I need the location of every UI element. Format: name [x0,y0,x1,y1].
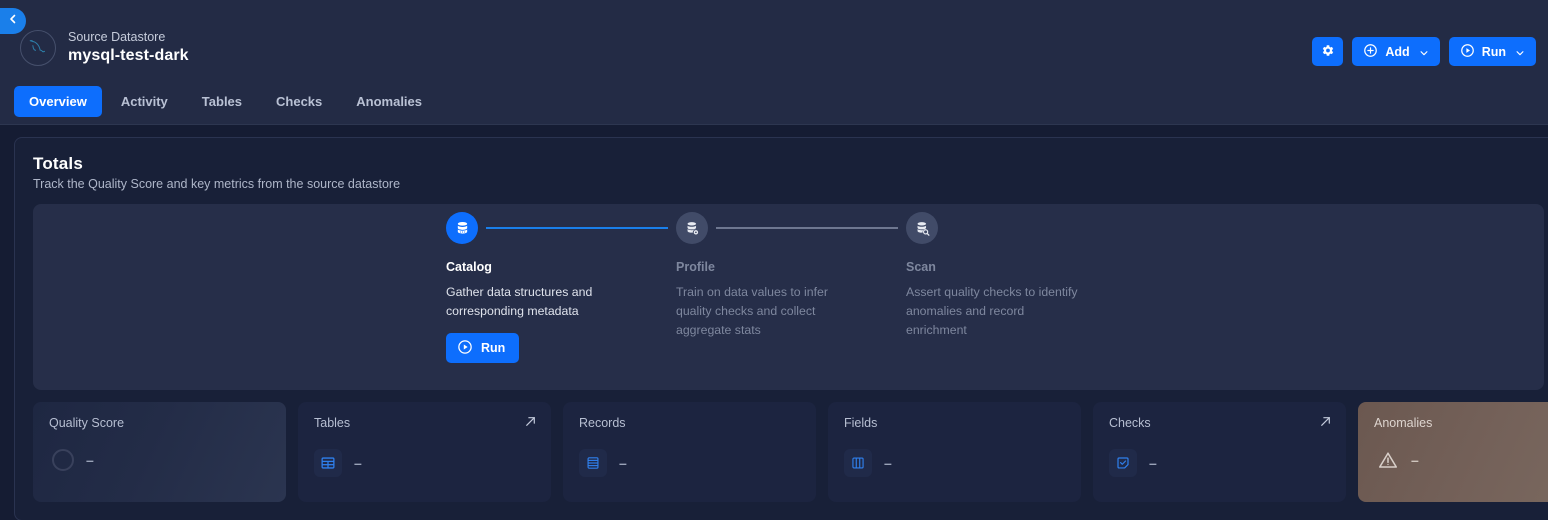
main-content: Totals Track the Quality Score and key m… [0,125,1548,520]
tab-activity[interactable]: Activity [106,86,183,117]
totals-card: Totals Track the Quality Score and key m… [14,137,1548,520]
columns-icon [844,449,872,477]
metric-title: Anomalies [1374,416,1433,430]
mysql-dolphin-icon [27,35,49,62]
metric-value: – [354,455,362,471]
metric-value: – [884,455,892,471]
play-circle-icon [1460,43,1475,61]
play-circle-icon [457,339,473,358]
step-catalog-run-button[interactable]: Run [446,333,520,364]
database-search-icon [906,212,938,244]
open-arrow-icon[interactable] [524,415,537,428]
chevron-left-icon [7,12,19,30]
totals-title: Totals [33,154,84,173]
step-profile-description: Train on data values to infer quality ch… [676,285,828,338]
step-scan-name: Scan [906,260,936,274]
settings-button[interactable] [1312,37,1344,66]
step-connector [486,227,668,229]
metric-value: – [86,452,94,468]
tab-overview[interactable]: Overview [14,86,102,117]
warning-triangle-icon [1377,449,1399,471]
metric-title: Tables [314,416,351,430]
step-connector [716,227,898,229]
step-catalog-description: Gather data structures and corresponding… [446,285,593,319]
datastore-identity: Source Datastore mysql-test-dark [20,30,189,66]
run-button-label: Run [1481,44,1506,59]
metric-card-anomalies[interactable]: Anomalies – [1358,402,1548,502]
metric-title: Quality Score [49,416,125,430]
open-arrow-icon[interactable] [1319,415,1332,428]
stepper: Catalog Gather data structures and corre… [446,212,1106,364]
tab-checks[interactable]: Checks [261,86,337,117]
step-profile-name: Profile [676,260,715,274]
step-profile[interactable]: Profile Train on data values to infer qu… [676,212,906,363]
metric-cards: Quality Score – Tables – Records – Field… [33,402,1548,502]
totals-subtitle: Track the Quality Score and key metrics … [33,177,401,191]
metric-value: – [1149,455,1157,471]
donut-ring-icon [52,449,74,471]
database-gear-icon [676,212,708,244]
tab-tables[interactable]: Tables [187,86,257,117]
totals-header: Totals Track the Quality Score and key m… [33,154,1544,191]
metric-title: Records [579,416,626,430]
header-actions: Add Run [1312,37,1536,66]
step-scan[interactable]: Scan Assert quality checks to identify a… [906,212,1106,363]
step-catalog-name: Catalog [446,260,492,274]
metric-card-checks[interactable]: Checks – [1093,402,1346,502]
tab-bar: Overview Activity Tables Checks Anomalie… [14,86,437,117]
metric-card-tables[interactable]: Tables – [298,402,551,502]
avatar [20,30,56,66]
plus-circle-icon [1363,43,1378,61]
database-icon [446,212,478,244]
records-rows-icon [579,449,607,477]
metric-card-fields[interactable]: Fields – [828,402,1081,502]
metric-card-quality-score[interactable]: Quality Score – [33,402,286,502]
step-scan-description: Assert quality checks to identify anomal… [906,285,1078,338]
metric-title: Fields [844,416,878,430]
metric-value: – [619,455,627,471]
run-button[interactable]: Run [1448,37,1536,66]
chevron-down-icon[interactable] [1515,47,1525,57]
add-button-label: Add [1385,44,1410,59]
check-note-icon [1109,449,1137,477]
metric-card-records[interactable]: Records – [563,402,816,502]
step-catalog-run-label: Run [481,341,506,356]
page-header: Source Datastore mysql-test-dark Add Run… [0,0,1548,125]
table-grid-icon [314,449,342,477]
step-catalog[interactable]: Catalog Gather data structures and corre… [446,212,676,364]
add-button[interactable]: Add [1352,37,1440,66]
chevron-down-icon[interactable] [1419,47,1429,57]
stepper-panel: Catalog Gather data structures and corre… [33,204,1544,390]
gear-icon [1320,43,1335,61]
metric-value: – [1411,452,1419,468]
datastore-kind-label: Source Datastore [68,30,166,45]
page-title: mysql-test-dark [68,46,189,64]
tab-anomalies[interactable]: Anomalies [341,86,437,117]
metric-title: Checks [1109,416,1151,430]
